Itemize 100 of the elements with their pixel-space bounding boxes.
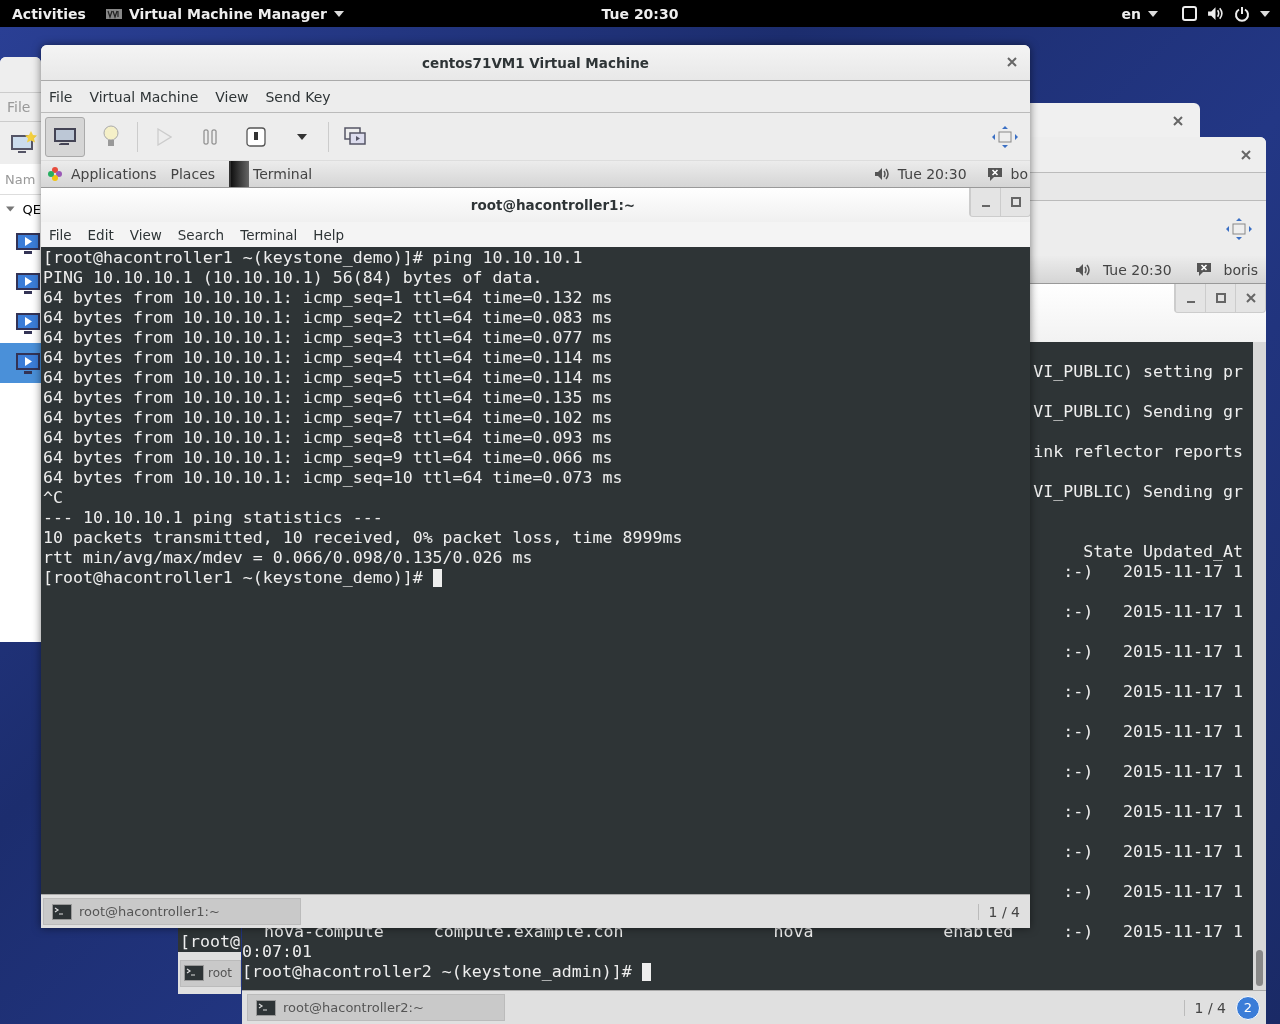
terminal-line: :-) 2015-11-17 1 [1063, 802, 1243, 823]
group-label[interactable]: QE [22, 201, 41, 217]
applications-menu[interactable]: Applications [71, 166, 157, 182]
clock[interactable]: Tue 20:30 [600, 5, 680, 22]
notification-badge[interactable]: 2 [1236, 995, 1260, 1020]
taskbar-item[interactable]: root@hacontroller2:~ [247, 994, 505, 1021]
input-source-menu[interactable]: en [1121, 5, 1158, 22]
terminal-line: :-) 2015-11-17 1 [1063, 562, 1243, 583]
window-icon[interactable] [1182, 6, 1197, 21]
app-icon [105, 8, 122, 19]
vm-row[interactable] [0, 343, 41, 383]
places-menu[interactable]: Places [170, 166, 216, 182]
terminal-line: 64 bytes from 10.10.10.1: icmp_seq=6 ttl=64 time=0.135 ms [43, 388, 613, 408]
terminal-line: [root@hacontroller1 ~(keystone_demo)]# ping 10.10.10.1 [43, 248, 583, 268]
console-button[interactable] [45, 116, 85, 157]
maximize-icon [1010, 197, 1021, 207]
terminal-line: :-) 2015-11-17 1 [1063, 602, 1243, 623]
terminal-line: ^C [43, 488, 63, 508]
terminal-line: 0:07:01 [242, 942, 312, 962]
user-name[interactable]: bo [1010, 166, 1028, 182]
resize-icon[interactable] [992, 125, 1018, 148]
close-icon [1245, 293, 1256, 303]
window-list-item[interactable]: Terminal [249, 160, 317, 188]
terminal-line: :-) 2015-11-17 1 [1063, 882, 1243, 903]
terminal-prompt: [root@hacontroller1 ~(keystone_demo)]# [43, 568, 424, 588]
terminal-line: :-) 2015-11-17 1 [1063, 722, 1243, 743]
clock[interactable]: Tue 20:30 [897, 166, 967, 182]
terminal-line: 64 bytes from 10.10.10.1: icmp_seq=3 ttl=64 time=0.077 ms [43, 328, 613, 348]
menu-item[interactable]: Help [313, 226, 345, 243]
applications-icon[interactable] [47, 166, 63, 182]
terminal-line: VI_PUBLIC) Sending gr [1033, 482, 1243, 503]
speaker-icon[interactable] [1074, 262, 1091, 277]
close-icon [1241, 149, 1251, 160]
clock[interactable]: Tue 20:30 [1102, 261, 1172, 278]
terminal-line: :-) 2015-11-17 1 [1063, 682, 1243, 703]
terminal-line: VI_PUBLIC) setting pr [1033, 362, 1243, 383]
window-title: centos71VM1 Virtual Machine [422, 54, 649, 71]
terminal-line: 64 bytes from 10.10.10.1: icmp_seq=4 ttl=64 time=0.114 ms [43, 348, 613, 368]
vm-icon [15, 351, 41, 375]
app-menu[interactable]: Virtual Machine Manager [105, 5, 344, 22]
screens-icon [344, 126, 366, 147]
terminal-icon [52, 903, 72, 920]
speaker-icon[interactable] [1207, 6, 1224, 21]
terminal-line: 64 bytes from 10.10.10.1: icmp_seq=5 ttl=64 time=0.114 ms [43, 368, 613, 388]
power-icon[interactable] [1234, 5, 1250, 22]
new-vm-icon[interactable] [10, 131, 38, 155]
minimize-icon [980, 205, 991, 207]
menu-item[interactable]: View [129, 226, 162, 243]
maximize-icon [1215, 293, 1226, 303]
speaker-icon[interactable] [873, 167, 890, 181]
terminal-line: 64 bytes from 10.10.10.1: icmp_seq=9 ttl=64 time=0.066 ms [43, 448, 613, 468]
taskbar-item[interactable]: root@hacontroller1:~ [43, 898, 301, 925]
menu-item[interactable]: Terminal [240, 226, 298, 243]
resize-icon[interactable] [1226, 217, 1252, 240]
caret-icon [297, 133, 307, 140]
scrollbar[interactable] [1253, 342, 1266, 990]
window-thumbnail [229, 161, 250, 187]
window-title: root@hacontroller1:~ [470, 197, 636, 213]
terminal-line: 64 bytes from 10.10.10.1: icmp_seq=10 ttl=64 time=0.073 ms [43, 468, 623, 488]
taskbar-item[interactable]: root [180, 959, 241, 987]
close-icon [1007, 57, 1017, 67]
close-icon [1173, 116, 1183, 126]
pause-icon [203, 128, 217, 145]
terminal-line: State Updated_At [1083, 542, 1243, 562]
chat-close-icon[interactable] [986, 166, 1003, 182]
workspace-indicator[interactable]: 1 / 4 [977, 903, 1030, 920]
chat-close-icon[interactable] [1195, 262, 1212, 277]
menu-item[interactable]: Search [177, 226, 225, 243]
terminal-line: 64 bytes from 10.10.10.1: icmp_seq=1 ttl=64 time=0.132 ms [43, 288, 613, 308]
terminal-line: --- 10.10.10.1 ping statistics --- [43, 508, 383, 528]
caret-icon[interactable] [1260, 10, 1270, 17]
workspace-indicator[interactable]: 1 / 4 [1183, 999, 1236, 1016]
terminal-line: ink reflector reports [1033, 442, 1243, 463]
user-name[interactable]: boris [1223, 261, 1258, 278]
terminal-line: 64 bytes from 10.10.10.1: icmp_seq=7 ttl=64 time=0.102 ms [43, 408, 613, 428]
play-icon [156, 127, 172, 146]
scrollbar-thumb[interactable] [1256, 950, 1263, 986]
menu-item[interactable]: Send Key [265, 88, 331, 105]
activities-button[interactable]: Activities [12, 5, 86, 22]
power-switch-icon [246, 126, 266, 147]
menu-item[interactable]: View [215, 88, 249, 105]
terminal-line: PING 10.10.10.1 (10.10.10.1) 56(84) bytes of data. [43, 268, 543, 288]
terminal-line: VI_PUBLIC) Sending gr [1033, 402, 1243, 423]
terminal-line: 64 bytes from 10.10.10.1: icmp_seq=8 ttl=64 time=0.093 ms [43, 428, 613, 448]
terminal-icon [184, 965, 204, 981]
caret-icon [333, 10, 344, 17]
terminal-line: :-) 2015-11-17 1 [1063, 842, 1243, 863]
terminal-prompt: [root@hacontroller2 ~(keystone_admin)]# [242, 962, 633, 982]
menu-item[interactable]: Edit [87, 226, 114, 243]
terminal-line: 10 packets transmitted, 10 received, 0% packet loss, time 8999ms [43, 528, 683, 548]
terminal-line: rtt min/avg/max/mdev = 0.066/0.098/0.135/0.026 ms [43, 548, 533, 568]
minimize-icon [1185, 301, 1196, 303]
terminal-line: 64 bytes from 10.10.10.1: icmp_seq=2 ttl=64 time=0.083 ms [43, 308, 613, 328]
caret-icon [1148, 10, 1158, 17]
menu-item[interactable]: Virtual Machine [89, 88, 199, 105]
menu-item[interactable]: File [49, 226, 72, 243]
menu-item[interactable]: File [49, 88, 73, 105]
text-cursor [432, 569, 442, 587]
expander-icon[interactable] [6, 204, 15, 214]
monitor-icon [53, 126, 77, 147]
